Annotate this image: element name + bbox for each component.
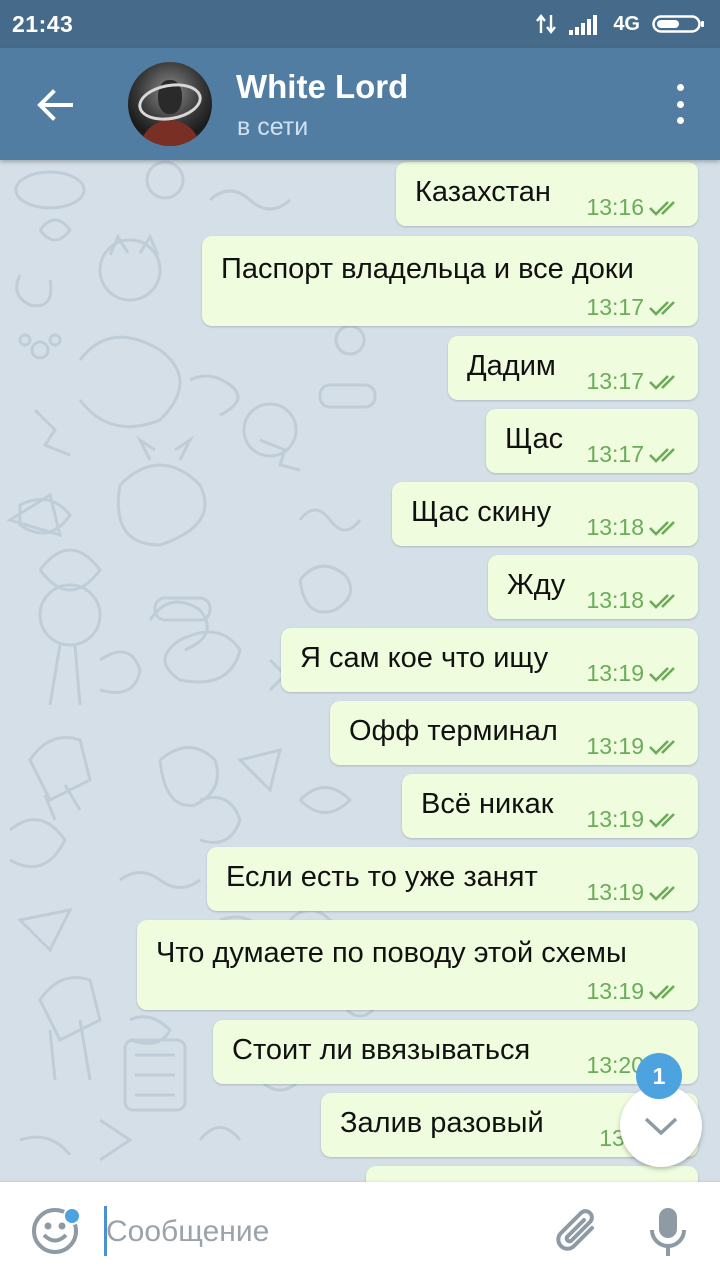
unread-count-badge[interactable]: 1 — [636, 1053, 682, 1099]
message-text: Что думаете по поводу этой схемы — [156, 937, 627, 969]
message-time: 13:19 — [586, 733, 644, 759]
paperclip-icon[interactable] — [552, 1204, 604, 1260]
message-composer — [0, 1182, 720, 1280]
message-bubble[interactable] — [366, 1166, 698, 1182]
message-meta: 13:19 — [586, 978, 682, 1005]
message-meta: 13:18 — [586, 587, 682, 614]
message-meta: 13:19 — [586, 660, 682, 687]
network-type: 4G — [613, 12, 640, 35]
message-bubble[interactable]: Что думаете по поводу этой схемы 13:19 — [137, 920, 698, 1010]
status-icons: 4G — [535, 13, 706, 36]
avatar[interactable] — [128, 62, 212, 146]
status-bar: 21:43 4G — [0, 0, 720, 48]
message-bubble[interactable]: Казахстан 13:16 — [396, 162, 698, 226]
message-bubble[interactable]: Жду 13:18 — [488, 555, 698, 619]
data-transfer-icon — [536, 14, 557, 34]
message-meta: 13:17 — [586, 294, 682, 321]
read-double-check-icon — [649, 885, 675, 901]
message-text: Стоит ли ввязываться — [232, 1034, 531, 1066]
avatar-figure — [140, 120, 200, 146]
message-meta: 13:18 — [586, 514, 682, 541]
message-bubble[interactable]: Если есть то уже занят 13:19 — [207, 847, 698, 911]
message-text: Щас скину — [411, 496, 552, 528]
battery-icon — [652, 15, 704, 33]
message-text: Паспорт владельца и все доки — [221, 253, 634, 285]
avatar-ring — [135, 78, 205, 126]
read-double-check-icon — [649, 593, 675, 609]
chat-header: White Lord в сети — [0, 48, 720, 160]
message-bubble[interactable]: Дадим 13:17 — [448, 336, 698, 400]
read-double-check-icon — [649, 520, 675, 536]
read-double-check-icon — [649, 812, 675, 828]
menu-dot — [676, 117, 684, 124]
message-time: 13:17 — [586, 294, 644, 320]
message-time: 13:18 — [586, 587, 644, 613]
message-time: 13:17 — [586, 368, 644, 394]
message-text: Всё никак — [421, 788, 554, 820]
message-input[interactable] — [106, 1212, 526, 1252]
microphone-icon[interactable] — [648, 1204, 688, 1260]
message-text: Я сам кое что ищу — [300, 642, 549, 674]
message-bubble[interactable]: Всё никак 13:19 — [402, 774, 698, 838]
message-meta: 13:19 — [586, 733, 682, 760]
new-stickers-dot — [63, 1207, 81, 1225]
read-double-check-icon — [649, 300, 675, 316]
back-arrow-icon — [37, 89, 73, 121]
message-text: Залив разовый — [340, 1107, 544, 1139]
more-vertical-icon[interactable] — [670, 84, 690, 124]
status-time: 21:43 — [12, 10, 74, 37]
message-bubble[interactable]: Я сам кое что ищу 13:19 — [281, 628, 698, 692]
message-time: 13:19 — [586, 879, 644, 905]
message-time: 13:16 — [586, 194, 644, 220]
read-double-check-icon — [649, 447, 675, 463]
message-text: Щас — [505, 423, 564, 455]
message-bubble[interactable]: Щас скину 13:18 — [392, 482, 698, 546]
contact-name[interactable]: White Lord — [236, 68, 408, 106]
message-time: 13:19 — [586, 806, 644, 832]
signal-icon — [569, 15, 598, 35]
message-meta: 13:19 — [586, 879, 682, 906]
read-double-check-icon — [649, 374, 675, 390]
read-double-check-icon — [649, 666, 675, 682]
message-text: Дадим — [467, 350, 556, 382]
message-time: 13:17 — [586, 441, 644, 467]
message-text: Жду — [507, 569, 566, 601]
menu-dot — [676, 84, 684, 91]
read-double-check-icon — [649, 200, 675, 216]
message-time: 13:19 — [586, 978, 644, 1004]
message-bubble[interactable]: Офф терминал 13:19 — [330, 701, 698, 765]
message-meta: 13:16 — [586, 194, 682, 221]
message-meta: 13:17 — [586, 368, 682, 395]
chevron-down-icon — [644, 1117, 678, 1136]
menu-dot — [676, 100, 684, 108]
message-text: Офф терминал — [349, 715, 558, 747]
read-double-check-icon — [649, 984, 675, 1000]
message-time: 13:18 — [586, 514, 644, 540]
message-bubble[interactable]: Паспорт владельца и все доки 13:17 — [202, 236, 698, 326]
message-time: 13:19 — [586, 660, 644, 686]
message-text: Казахстан — [415, 176, 551, 208]
message-text: Если есть то уже занят — [226, 861, 538, 893]
back-button[interactable] — [30, 80, 80, 130]
message-list[interactable]: Казахстан 13:16 Паспорт владельца и все … — [0, 160, 720, 1182]
message-bubble[interactable]: Щас 13:17 — [486, 409, 698, 473]
read-double-check-icon — [649, 739, 675, 755]
contact-status: в сети — [237, 113, 309, 141]
message-bubble[interactable]: Стоит ли ввязываться 13:20 — [213, 1020, 698, 1084]
message-meta: 13:17 — [586, 441, 682, 468]
message-meta: 13:19 — [586, 806, 682, 833]
